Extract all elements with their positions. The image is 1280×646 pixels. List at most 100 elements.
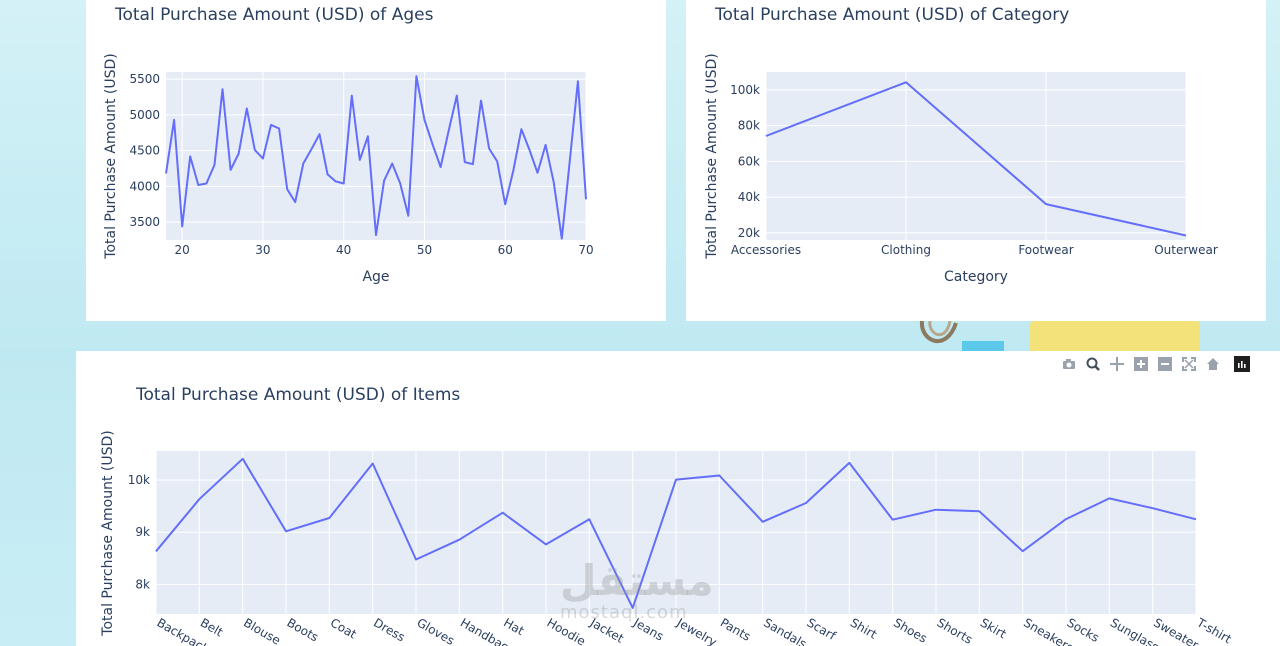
x-tick-label: Gloves bbox=[415, 615, 457, 646]
data-point bbox=[495, 159, 499, 163]
chart-ages[interactable]: 3500400045005000550020 30 40 50 60 70AgeTotal… bbox=[86, 0, 666, 321]
plotly-logo-icon[interactable] bbox=[1234, 356, 1250, 372]
decorative-tag-image bbox=[962, 341, 1004, 351]
data-point bbox=[527, 148, 531, 152]
plot-modebar bbox=[1060, 354, 1250, 374]
chart-items[interactable]: 8k9k10kBackpackBelt Blouse Boots Coat Dress G… bbox=[76, 351, 1280, 646]
x-tick-label: 70 bbox=[578, 243, 593, 257]
data-point bbox=[544, 542, 548, 546]
y-tick-label: 40k bbox=[738, 190, 760, 204]
data-point bbox=[327, 516, 331, 520]
data-point bbox=[350, 94, 354, 98]
x-tick-label: Hat bbox=[501, 615, 527, 638]
data-point bbox=[1044, 202, 1048, 206]
data-point bbox=[164, 172, 168, 176]
autoscale-icon[interactable] bbox=[1180, 355, 1198, 373]
x-tick-label: Jewelry bbox=[674, 615, 720, 646]
data-point bbox=[934, 508, 938, 512]
data-point bbox=[342, 182, 346, 186]
x-tick-label: 60 bbox=[498, 243, 513, 257]
data-point bbox=[1021, 549, 1025, 553]
reset-axes-icon[interactable] bbox=[1204, 355, 1222, 373]
y-axis-title: Total Purchase Amount (USD) bbox=[103, 53, 119, 259]
y-tick-label: 9k bbox=[135, 525, 150, 539]
data-point bbox=[471, 162, 475, 166]
data-point bbox=[334, 179, 338, 183]
zoom-out-icon[interactable] bbox=[1156, 355, 1174, 373]
data-point bbox=[674, 478, 678, 482]
x-tick-label: Belt bbox=[198, 615, 226, 639]
chart-category[interactable]: 20k 40k 60k 80k 100k Accessories Clothing Footw… bbox=[686, 0, 1266, 321]
data-point bbox=[293, 200, 297, 204]
decorative-rope-image bbox=[916, 320, 962, 351]
data-point bbox=[172, 118, 176, 122]
x-tick-label: 20 bbox=[175, 243, 190, 257]
y-tick-label: 10k bbox=[128, 473, 150, 487]
data-point bbox=[761, 520, 765, 524]
y-tick-label: 100k bbox=[730, 83, 760, 97]
data-point bbox=[301, 162, 305, 166]
x-tick-label: Coat bbox=[328, 615, 359, 641]
data-point bbox=[398, 182, 402, 186]
y-tick-label: 5000 bbox=[129, 108, 160, 122]
data-point bbox=[576, 79, 580, 83]
x-axis-title: Category bbox=[944, 269, 1008, 285]
x-tick-label: Skirt bbox=[978, 615, 1009, 641]
data-point bbox=[904, 80, 908, 84]
data-point bbox=[237, 151, 241, 155]
y-tick-label: 4500 bbox=[129, 144, 160, 158]
zoom-icon[interactable] bbox=[1084, 355, 1102, 373]
data-point bbox=[229, 168, 233, 172]
x-tick-label: Dress bbox=[371, 615, 407, 644]
data-point bbox=[154, 549, 158, 553]
data-point bbox=[544, 143, 548, 147]
chart-panel-items: Total Purchase Amount (USD) of Items 8k 9… bbox=[76, 351, 1280, 646]
x-tick-label: Blouse bbox=[241, 615, 283, 646]
chart-panel-category: Total Purchase Amount (USD) of Category … bbox=[686, 0, 1266, 321]
pan-icon[interactable] bbox=[1108, 355, 1126, 373]
data-point bbox=[269, 123, 273, 127]
data-point bbox=[382, 179, 386, 183]
data-point bbox=[560, 237, 564, 241]
x-tick-label: Hoodie bbox=[545, 615, 588, 646]
x-tick-label: Handbag bbox=[458, 615, 512, 646]
x-tick-label: Clothing bbox=[881, 243, 931, 257]
data-point bbox=[245, 106, 249, 110]
data-point bbox=[422, 118, 426, 122]
y-tick-label: 3500 bbox=[129, 215, 160, 229]
data-point bbox=[463, 160, 467, 164]
data-point bbox=[552, 180, 556, 184]
data-point bbox=[1107, 496, 1111, 500]
data-point bbox=[277, 126, 281, 130]
plot-area bbox=[766, 72, 1186, 240]
data-point bbox=[717, 473, 721, 477]
data-point bbox=[764, 134, 768, 138]
y-tick-label: 4000 bbox=[129, 179, 160, 193]
data-point bbox=[891, 518, 895, 522]
data-point bbox=[261, 157, 265, 161]
data-point bbox=[568, 159, 572, 163]
x-axis-title: Age bbox=[362, 269, 389, 285]
data-point bbox=[366, 134, 370, 138]
data-point bbox=[457, 538, 461, 542]
data-point bbox=[188, 154, 192, 158]
data-point bbox=[447, 129, 451, 133]
x-tick-label: Shoes bbox=[891, 615, 929, 645]
data-point bbox=[1151, 506, 1155, 510]
x-tick-label: Shirt bbox=[848, 615, 880, 641]
camera-icon[interactable] bbox=[1060, 355, 1078, 373]
data-point bbox=[584, 197, 588, 201]
data-point bbox=[1064, 517, 1068, 521]
data-point bbox=[197, 497, 201, 501]
data-point bbox=[519, 127, 523, 131]
data-point bbox=[439, 165, 443, 169]
x-tick-label: Accessories bbox=[731, 243, 801, 257]
data-point bbox=[1184, 233, 1188, 237]
data-point bbox=[487, 146, 491, 150]
data-point bbox=[390, 162, 394, 166]
data-point bbox=[196, 183, 200, 187]
decorative-box-image bbox=[1030, 321, 1200, 351]
zoom-in-icon[interactable] bbox=[1132, 355, 1150, 373]
x-tick-label: Pants bbox=[718, 615, 753, 643]
data-point bbox=[631, 606, 635, 610]
